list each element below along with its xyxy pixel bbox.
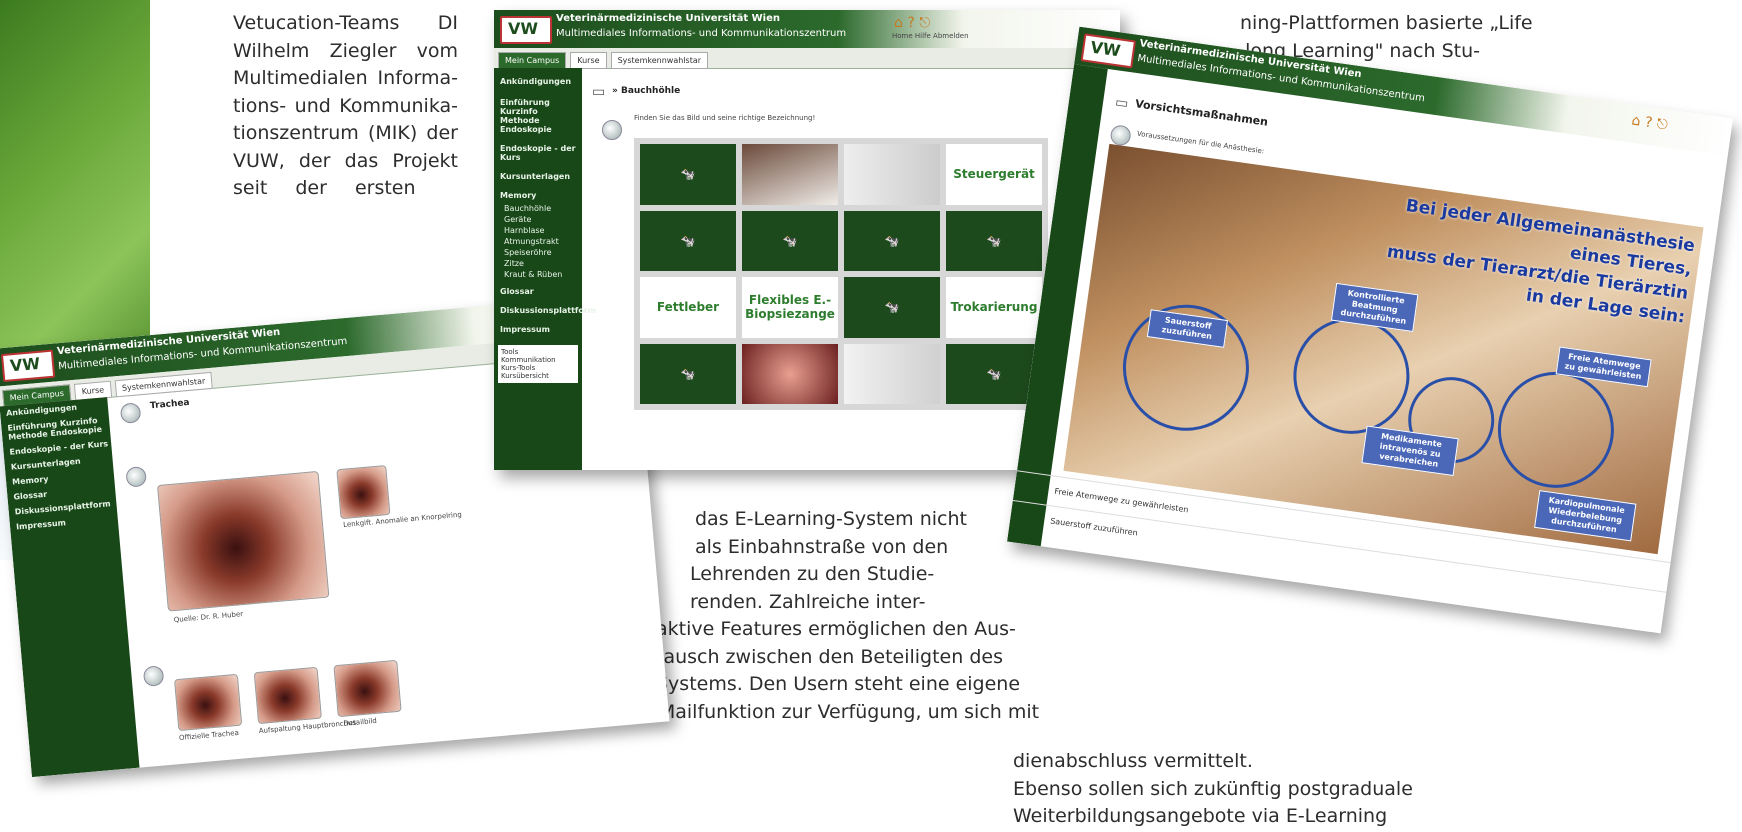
text-line: Systems. Den Usern steht eine eigene [656, 673, 1021, 695]
sidebar-subitem[interactable]: Kraut & Rüben [494, 269, 582, 280]
info-bulb-icon [602, 120, 622, 140]
memory-card-covered[interactable]: 🐄 [946, 210, 1042, 271]
book-icon: ▭ [1114, 94, 1130, 113]
text-line: tausch zwischen den Beteiligten des [656, 645, 1003, 668]
endoscopy-thumb[interactable] [173, 673, 243, 732]
text-line: VUW, der das Projekt [233, 149, 458, 172]
memory-grid: 🐄 Steuergerät 🐄 🐄 🐄 🐄 Fettleber Flexible… [634, 138, 1048, 410]
sidebar-item-glossar[interactable]: Glossar [494, 284, 582, 299]
sidebar-subitem[interactable]: Atmungstrakt [494, 236, 582, 247]
tools-item[interactable]: Kursübersicht [501, 372, 575, 380]
info-bulb-icon [142, 665, 165, 687]
sidebar-item-impressum[interactable]: Impressum [494, 322, 582, 337]
text-line: Lehrenden zu den Studie- [690, 563, 935, 585]
endoscopy-thumb[interactable] [253, 666, 322, 725]
memory-card-photo[interactable] [742, 144, 838, 205]
book-icon: ▭ [592, 84, 606, 100]
screenshot-anesthesia: VW Veterinärmedizinische Universität Wie… [1007, 26, 1733, 634]
memory-card-label[interactable]: Fettleber [640, 277, 736, 338]
sidebar-item-kursunterlagen[interactable]: Kursunterlagen [494, 169, 582, 184]
memory-card-covered[interactable]: 🐄 [844, 210, 940, 271]
tab-mein-campus[interactable]: Mein Campus [498, 52, 567, 69]
info-bulb-icon [1109, 124, 1132, 147]
info-bulb-icon [125, 466, 148, 488]
sidebar-item-einfuehrung[interactable]: Einführung Kurzinfo Methode Endoskopie [494, 95, 582, 137]
image-caption: Quelle: Dr. R. Huber [173, 610, 244, 625]
text-line: Ebenso sollen sich zukünftig postgradual… [1013, 777, 1413, 800]
sidebar-subitem[interactable]: Speiseröhre [494, 247, 582, 258]
tab-system[interactable]: Systemkennwahlstar [610, 52, 709, 69]
text-line: ning-Plattformen basierte „Life [1240, 12, 1533, 34]
text-line: als Einbahnstraße von den [695, 535, 949, 558]
memory-card-label[interactable]: Flexibles E.- Biopsiezange [742, 277, 838, 338]
memory-card-label[interactable]: Trokarierung [946, 277, 1042, 338]
endoscopy-image-large[interactable] [156, 470, 330, 612]
memory-card-covered[interactable]: 🐄 [640, 144, 736, 205]
sidebar-item-memory[interactable]: Memory [494, 188, 582, 203]
text-line: Weiterbildungsangebote via E-Learning [1013, 805, 1388, 827]
nav-icons-label: Home Hilfe Abmelden [892, 32, 969, 40]
text-line: Multimedialen Informa- [233, 67, 458, 89]
image-caption: Detailbild [343, 716, 378, 728]
sidebar-item-ankuendigungen[interactable]: Ankündigungen [494, 74, 582, 89]
vuw-logo: VW [0, 349, 56, 383]
text-column-left: Vetucation-Teams DI Wilhelm Ziegler vom … [233, 10, 458, 203]
sidebar-subitem[interactable]: Harnblase [494, 225, 582, 236]
univ-name: Veterinärmedizinische Universität Wien [556, 13, 780, 24]
info-bulb-icon [119, 402, 142, 424]
text-line: renden. Zahlreiche inter- [690, 590, 926, 613]
tab-bar: Mein Campus Kurse Systemkennwahlstar [494, 48, 1120, 69]
app-header: VW Veterinärmedizinische Universität Wie… [494, 10, 1120, 48]
image-caption: Offizielle Trachea [178, 728, 240, 743]
endoscopy-thumb[interactable] [333, 659, 402, 718]
page-title: » Bauchhöhle [612, 86, 681, 96]
memory-card-covered[interactable]: 🐄 [742, 210, 838, 271]
tools-item[interactable]: Kommunikation [501, 356, 575, 364]
text-line: Wilhelm Ziegler vom [233, 39, 458, 62]
memory-card-covered[interactable]: 🐄 [640, 343, 736, 404]
vuw-logo: VW [500, 16, 552, 44]
tab-system[interactable]: Systemkennwahlstar [114, 371, 213, 398]
vuw-logo: VW [1080, 33, 1136, 69]
sidebar: Ankündigungen Einführung Kurzinfo Method… [0, 397, 140, 778]
text-line: tionszentrum (MIK) der [233, 122, 458, 144]
memory-card-label[interactable]: Steuergerät [946, 144, 1042, 205]
text-line: dienabschluss vermittelt. [1013, 750, 1253, 772]
memory-card-photo[interactable] [844, 144, 940, 205]
text-line: aktive Features ermöglichen den Aus- [656, 618, 1016, 640]
memory-card-photo[interactable] [742, 343, 838, 404]
tools-box: Tools Kommunikation Kurs-Tools Kursübers… [498, 345, 578, 383]
sidebar-item-endoskopie[interactable]: Endoskopie - der Kurs [494, 141, 582, 165]
grass-photo [0, 0, 150, 390]
text-column-middle: das E-Learning-System nicht als Einbahns… [640, 506, 1040, 726]
endoscopy-image-small[interactable] [336, 465, 391, 520]
sidebar-subitem[interactable]: Zitze [494, 258, 582, 269]
page-title-text: Bauchhöhle [620, 86, 681, 96]
dept-name: Multimediales Informations- und Kommunik… [556, 28, 847, 39]
list-item-label: Sauerstoff zuzuführen [1049, 516, 1139, 538]
tools-item[interactable]: Kurs-Tools [501, 364, 575, 372]
text-line: tions- und Kommunika- [233, 94, 458, 117]
sidebar-item-diskussion[interactable]: Diskussionsplattform [494, 303, 596, 318]
text-column-bottom-right: dienabschluss vermittelt. Ebenso sollen … [1013, 748, 1413, 831]
memory-card-covered[interactable]: 🐄 [640, 210, 736, 271]
text-line: seit der ersten [233, 177, 416, 199]
sidebar: Ankündigungen Einführung Kurzinfo Method… [494, 68, 596, 470]
memory-card-photo[interactable] [844, 343, 940, 404]
memory-instruction: Finden Sie das Bild und seine richtige B… [634, 114, 816, 122]
tab-kurse[interactable]: Kurse [570, 52, 607, 69]
nav-icons[interactable]: ⌂ ? ⎋ [894, 15, 930, 31]
memory-card-covered[interactable]: 🐄 [844, 277, 940, 338]
page-title: Trachea [149, 397, 190, 412]
text-line: das E-Learning-System nicht [695, 508, 967, 530]
sidebar-subitem[interactable]: Bauchhöhle [494, 203, 582, 214]
text-line: Vetucation-Teams DI [233, 12, 458, 34]
tools-item: Tools [501, 348, 519, 356]
page-title: Vorsichtsmaßnahmen [1134, 97, 1269, 129]
text-line: E-Mailfunktion zur Verfügung, um sich mi… [640, 700, 1040, 723]
sidebar-subitem[interactable]: Geräte [494, 214, 582, 225]
